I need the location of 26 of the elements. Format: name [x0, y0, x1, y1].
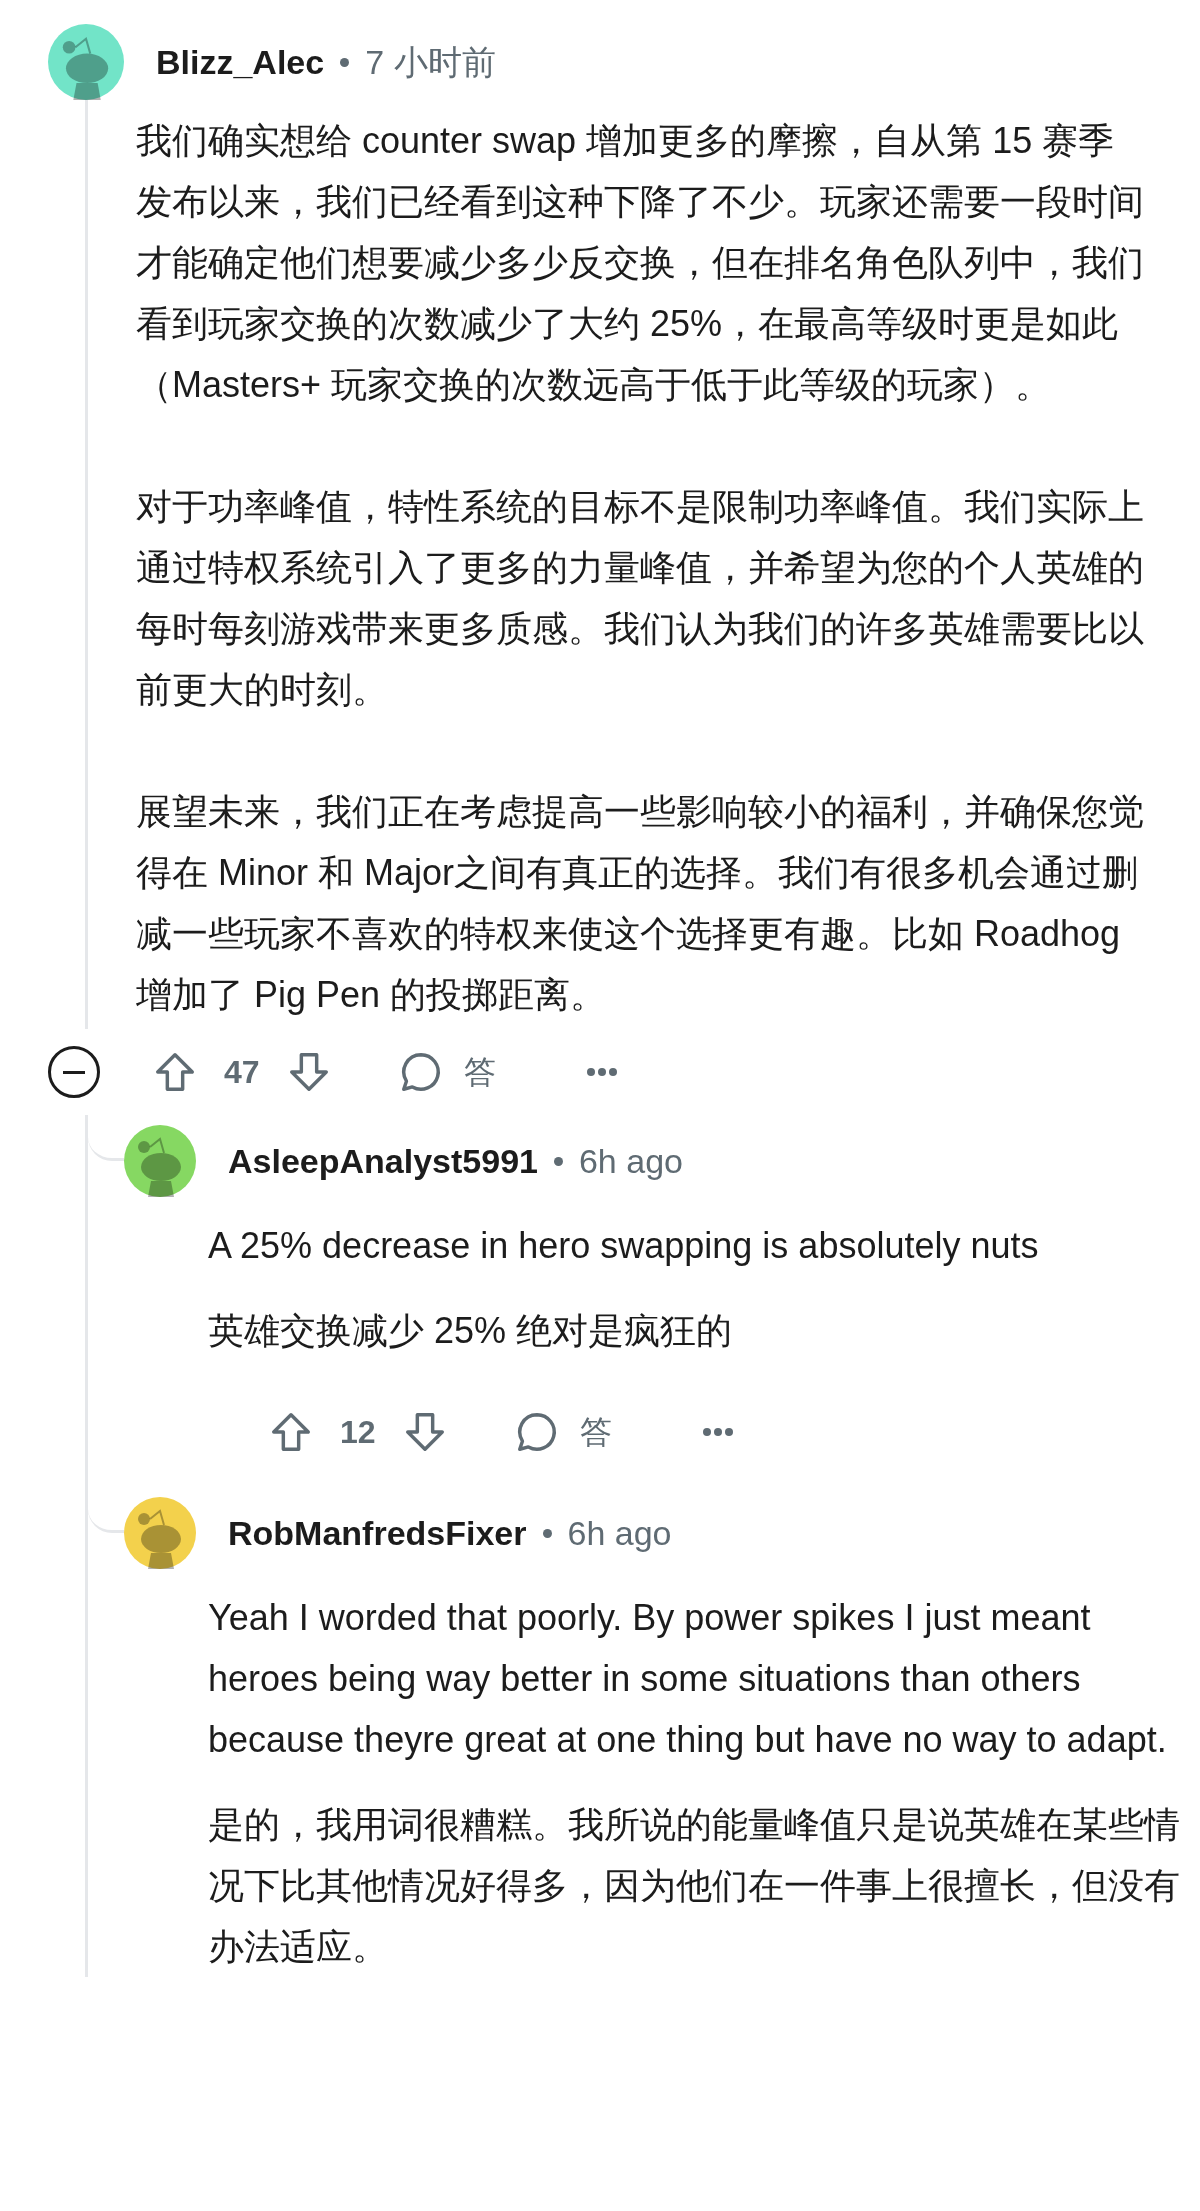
reply-paragraph: Yeah I worded that poorly. By power spikes I just meant heroes being way better in some situations than others because theyre great at one thing but have no way to adapt.: [208, 1596, 1168, 1762]
more-icon[interactable]: [701, 1427, 734, 1437]
dot-separator-icon: [340, 57, 350, 67]
reply-label[interactable]: 答: [463, 1048, 496, 1096]
reply-label[interactable]: 答: [579, 1408, 612, 1456]
timestamp: 6h ago: [567, 1512, 672, 1554]
comment-paragraph: 展望未来，我们正在考虑提高一些影响较小的福利，并确保您觉得在 Minor 和 Major之间有真正的选择。我们有很多机会通过删减一些玩家不喜欢的特权来使这个选择更有趣。比如 Roadhog 增加了 Pig Pen 的投掷距离。: [136, 790, 1145, 1017]
avatar-icon: [124, 1125, 196, 1197]
username[interactable]: AsleepAnalyst5991: [228, 1135, 538, 1187]
avatar-icon: [124, 1497, 196, 1569]
vote-count: 12: [340, 1413, 376, 1452]
username[interactable]: RobManfredsFixer: [228, 1507, 527, 1559]
timestamp: 7 小时前: [365, 41, 496, 83]
collapse-icon[interactable]: [48, 1046, 100, 1098]
avatar-icon: [48, 24, 124, 100]
dot-separator-icon: [553, 1156, 563, 1166]
more-icon[interactable]: [585, 1067, 618, 1077]
comment-paragraph: 对于功率峰值，特性系统的目标不是限制功率峰值。我们实际上通过特权系统引入了更多的力量峰值，并希望为您的个人英雄的每时每刻游戏带来更多质感。我们认为我们的许多英雄需要比以前更大的时刻。: [136, 485, 1145, 712]
comment-paragraph: 我们确实想给 counter swap 增加更多的摩擦，自从第 15 赛季发布以来，我们已经看到这种下降了不少。玩家还需要一段时间才能确定他们想要减少多少反交换，但在排名角色队列中，我们看到玩家交换的次数减少了大约 25%，在最高等级时更是如此（Masters+ 玩家交换的次数远高于低于此等级的玩家）。: [136, 119, 1145, 407]
reply-paragraph: A 25% decrease in hero swapping is absolutely nuts: [208, 1224, 1040, 1268]
reply-paragraph: 英雄交换减少 25% 绝对是疯狂的: [208, 1309, 734, 1353]
reply-paragraph: 是的，我用词很糟糕。我所说的能量峰值只是说英雄在某些情况下比其他情况好得多，因为他们在一件事上很擅长，但没有办法适应。: [208, 1803, 1181, 1969]
timestamp: 6h ago: [578, 1140, 683, 1182]
vote-count: 47: [224, 1053, 260, 1092]
dot-separator-icon: [542, 1528, 552, 1538]
username[interactable]: Blizz_Alec: [156, 36, 325, 88]
